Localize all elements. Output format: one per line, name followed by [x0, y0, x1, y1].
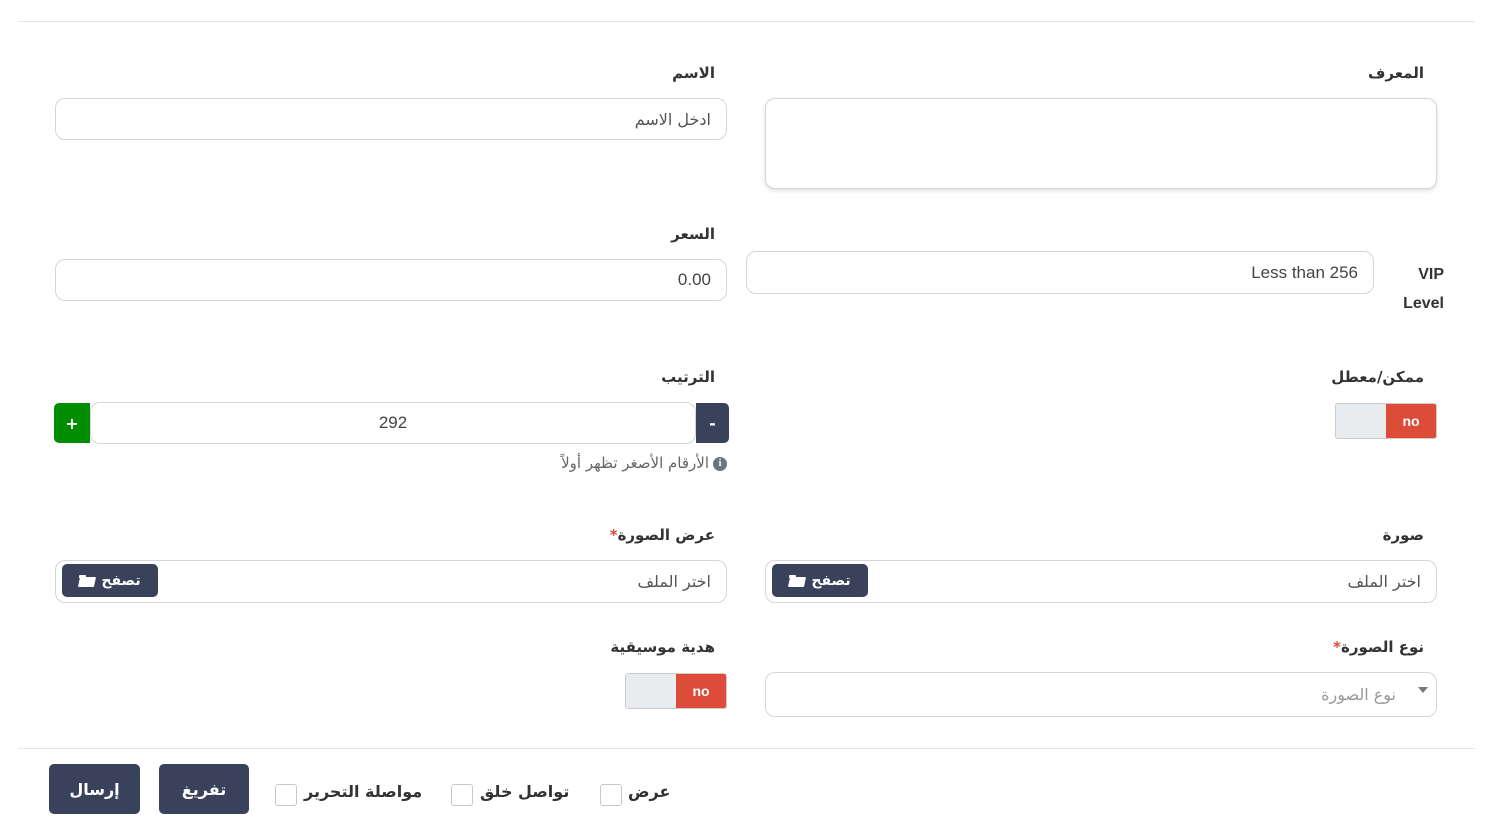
image-type-placeholder: نوع الصورة [1321, 685, 1396, 704]
order-label: الترتيب [661, 368, 715, 386]
image-placeholder: اختر الملف [1347, 572, 1421, 591]
submit-button[interactable]: إرسال [49, 764, 140, 814]
image-type-label: نوع الصورة* [1333, 638, 1424, 656]
folder-open-icon [789, 574, 805, 587]
order-input[interactable]: 292 [90, 402, 696, 444]
toggle-no-label: no [1386, 404, 1436, 438]
view-checkbox-label: عرض [628, 782, 671, 801]
image-type-select[interactable]: نوع الصورة [765, 672, 1437, 717]
display-image-placeholder: اختر الملف [637, 572, 711, 591]
continue-edit-checkbox[interactable] [275, 784, 297, 806]
vip-level-label: VIP Level [1403, 266, 1444, 312]
display-image-label: عرض الصورة* [609, 526, 715, 544]
enabled-toggle[interactable]: no [1335, 403, 1437, 439]
info-icon: i [713, 456, 727, 471]
folder-open-icon [79, 574, 95, 587]
vip-level-select[interactable]: Less than 256 [746, 251, 1374, 294]
required-mark: * [1333, 638, 1342, 656]
name-placeholder: ادخل الاسم [634, 109, 711, 129]
vip-level-value: Less than 256 [1251, 262, 1358, 282]
reset-button[interactable]: تفريغ [159, 764, 249, 814]
name-label: الاسم [672, 64, 715, 82]
image-label: صورة [1382, 526, 1424, 544]
toggle-no-label: no [676, 674, 726, 708]
footer-divider [18, 748, 1475, 749]
order-plus-button[interactable]: + [54, 403, 90, 443]
continue-edit-label: مواصلة التحرير [304, 782, 423, 801]
music-gift-toggle[interactable]: no [625, 673, 727, 709]
required-mark: * [609, 526, 618, 544]
order-minus-button[interactable]: - [696, 403, 729, 443]
continue-create-checkbox[interactable] [451, 784, 473, 806]
id-field[interactable] [765, 98, 1437, 189]
view-checkbox[interactable] [600, 784, 622, 806]
toggle-off-area [1336, 404, 1386, 438]
order-value: 292 [378, 413, 408, 432]
image-browse-button[interactable]: تصفح [772, 564, 868, 597]
music-gift-label: هدية موسيقية [610, 638, 715, 656]
chevron-down-icon [1418, 687, 1428, 693]
price-value: 0.00 [677, 270, 711, 289]
price-input[interactable]: 0.00 [55, 259, 727, 301]
top-divider [18, 21, 1475, 22]
display-image-browse-button[interactable]: تصفح [62, 564, 158, 597]
toggle-off-area [626, 674, 676, 708]
name-input[interactable]: ادخل الاسم [55, 98, 727, 140]
id-label: المعرف [1367, 64, 1424, 82]
price-label: السعر [671, 225, 715, 243]
continue-create-label: تواصل خلق [480, 782, 570, 801]
order-help-text: iالأرقام الأصغر تظهر أولاً [561, 454, 727, 472]
enabled-label: ممكن/معطل [1331, 368, 1424, 386]
